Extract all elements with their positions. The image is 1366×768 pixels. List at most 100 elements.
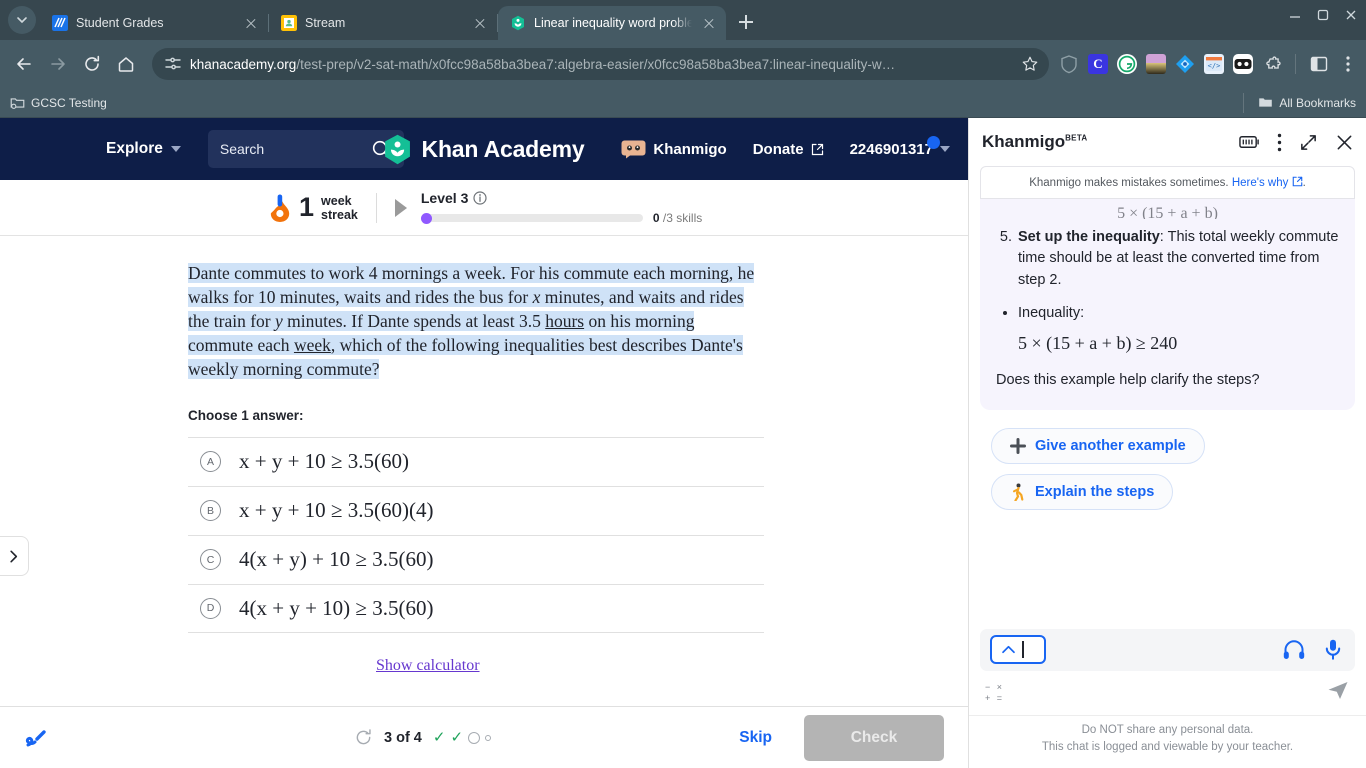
goggles-extension-icon[interactable]	[1233, 54, 1253, 74]
heres-why-link[interactable]: Here's why	[1232, 177, 1289, 189]
retry-icon[interactable]	[354, 728, 373, 747]
folder-settings-icon	[10, 98, 25, 109]
browser-tab-2[interactable]: Linear inequality word problem	[498, 6, 726, 40]
headphones-icon[interactable]	[1283, 639, 1305, 660]
tab-close-icon[interactable]	[242, 14, 260, 32]
explore-menu[interactable]: Explore	[106, 140, 181, 158]
send-button[interactable]	[1326, 678, 1350, 707]
browser-tab-1[interactable]: Stream	[269, 6, 497, 40]
chat-input-row[interactable]	[980, 628, 1355, 671]
all-bookmarks-button[interactable]: All Bookmarks	[1258, 95, 1356, 110]
donate-button[interactable]: Donate	[753, 141, 824, 158]
streak-flame-icon	[270, 194, 290, 222]
minimize-button[interactable]	[1288, 8, 1302, 22]
check-button[interactable]: Check	[804, 714, 944, 761]
external-link-icon	[811, 143, 823, 155]
q-p1: Dante commutes to work	[188, 263, 369, 283]
suggestion-label: Explain the steps	[1035, 484, 1155, 501]
address-bar[interactable]: khanacademy.org/test-prep/v2-sat-math/x0…	[152, 48, 1049, 80]
khanmigo-nav-label: Khanmigo	[653, 140, 727, 158]
suggestion-explain-the-steps[interactable]: Explain the steps	[991, 474, 1174, 511]
code-extension-icon[interactable]: </>	[1204, 54, 1224, 74]
math-symbols-button[interactable]: − × + =	[985, 682, 1004, 703]
correct-check-icon: ✓	[432, 729, 446, 746]
sidebar-expand-button[interactable]	[0, 536, 29, 576]
tab-title: Student Grades	[76, 16, 164, 30]
url-path: /test-prep/v2-sat-math/x0fcc98a58ba3bea7…	[296, 56, 896, 72]
browser-tab-0[interactable]: Student Grades	[40, 6, 268, 40]
url-text: khanacademy.org/test-prep/v2-sat-math/x0…	[190, 57, 1013, 72]
composer-tools: − × + =	[980, 671, 1355, 715]
khan-academy-leaf-icon	[385, 134, 410, 164]
back-button[interactable]	[8, 48, 40, 80]
message-steps-list: Set up the inequality: This total weekly…	[1016, 227, 1339, 291]
chevron-down-icon	[17, 17, 27, 24]
grammarly-extension-icon[interactable]	[1117, 54, 1137, 74]
answer-choice-d[interactable]: D 4(x + y + 10) ≥ 3.5(60)	[188, 583, 764, 633]
khanmigo-conversation[interactable]: 5 × (15 + a + b) Set up the inequality: …	[969, 199, 1366, 629]
chrome-menu-icon[interactable]	[1338, 54, 1358, 74]
khan-academy-logo[interactable]: Khan Academy	[384, 134, 585, 165]
account-menu[interactable]: 2246901317	[850, 135, 950, 158]
khanmigo-nav-button[interactable]: Khanmigo	[621, 140, 727, 159]
microphone-icon[interactable]	[1325, 639, 1341, 660]
shield-extension-icon[interactable]	[1059, 54, 1079, 74]
assistant-message: 5 × (15 + a + b) Set up the inequality: …	[980, 199, 1355, 411]
level-play-button[interactable]	[394, 198, 407, 217]
question-counter: 3 of 4	[384, 729, 422, 746]
q-underline-week: week	[293, 334, 331, 355]
home-button[interactable]	[110, 48, 142, 80]
history-icon[interactable]	[1239, 134, 1260, 150]
new-tab-button[interactable]	[732, 8, 760, 36]
home-icon	[118, 57, 134, 72]
answer-choice-c[interactable]: C 4(x + y) + 10 ≥ 3.5(60)	[188, 534, 764, 584]
site-settings-icon[interactable]	[164, 55, 182, 73]
answer-choice-a[interactable]: A x + y + 10 ≥ 3.5(60)	[188, 436, 764, 486]
notification-badge	[927, 135, 940, 149]
diamond-extension-icon[interactable]	[1175, 54, 1195, 74]
puzzle-extensions-icon[interactable]	[1262, 54, 1282, 74]
walking-person-icon	[1013, 483, 1024, 502]
bookmark-star-icon[interactable]	[1021, 55, 1039, 73]
streak-indicator[interactable]: 1 week streak	[268, 193, 358, 223]
page-content: Explore Search Khan Academy Khanmigo Don…	[0, 118, 1366, 768]
streak-number: 1	[299, 192, 315, 222]
skills-count: 0 /3 skills	[653, 211, 702, 225]
answer-choice-b[interactable]: B x + y + 10 ≥ 3.5(60)(4)	[188, 485, 764, 535]
show-calculator-link[interactable]: Show calculator	[376, 657, 480, 675]
photo-extension-icon[interactable]	[1146, 54, 1166, 74]
beta-badge: BETA	[1065, 133, 1088, 143]
tab-close-icon[interactable]	[700, 14, 718, 32]
info-icon[interactable]	[473, 191, 487, 205]
suggestion-give-another-example[interactable]: Give another example	[991, 428, 1205, 465]
level-bar-row: 0 /3 skills	[420, 211, 702, 225]
reload-button[interactable]	[76, 48, 108, 80]
step-title: Set up the inequality	[1018, 229, 1160, 245]
forward-button[interactable]	[42, 48, 74, 80]
close-icon[interactable]	[1335, 133, 1354, 152]
tab-title: Stream	[305, 16, 346, 30]
chat-input-field[interactable]	[990, 635, 1046, 664]
search-input[interactable]: Search	[207, 130, 404, 168]
khanmigo-footer-notice: Do NOT share any personal data. This cha…	[969, 714, 1366, 768]
khanmigo-panel-title: KhanmigoBETA	[982, 132, 1088, 152]
expand-icon[interactable]	[1299, 133, 1318, 152]
chevron-up-icon	[1002, 645, 1015, 654]
maximize-button[interactable]	[1316, 8, 1330, 22]
skills-total: /3 skills	[662, 211, 703, 225]
close-window-button[interactable]	[1344, 8, 1358, 22]
coursera-extension-icon[interactable]: C	[1088, 54, 1108, 74]
progress-header: 1 week streak Level 3 0 /3 skills	[0, 180, 968, 236]
all-bookmarks-group: All Bookmarks	[1239, 92, 1356, 113]
tab-search-button[interactable]	[8, 6, 36, 34]
progress-indicator: 3 of 4 ✓ ✓	[354, 728, 492, 747]
skip-button[interactable]: Skip	[739, 729, 772, 747]
khan-academy-header: Explore Search Khan Academy Khanmigo Don…	[0, 118, 968, 180]
tab-close-icon[interactable]	[471, 14, 489, 32]
level-progress-bar	[420, 212, 643, 224]
bookmark-gcsc-testing[interactable]: GCSC Testing	[10, 95, 107, 110]
side-panel-icon[interactable]	[1309, 54, 1329, 74]
external-link-icon	[1292, 176, 1302, 187]
scratchpad-icon[interactable]	[24, 723, 58, 753]
more-options-icon[interactable]	[1277, 133, 1282, 152]
